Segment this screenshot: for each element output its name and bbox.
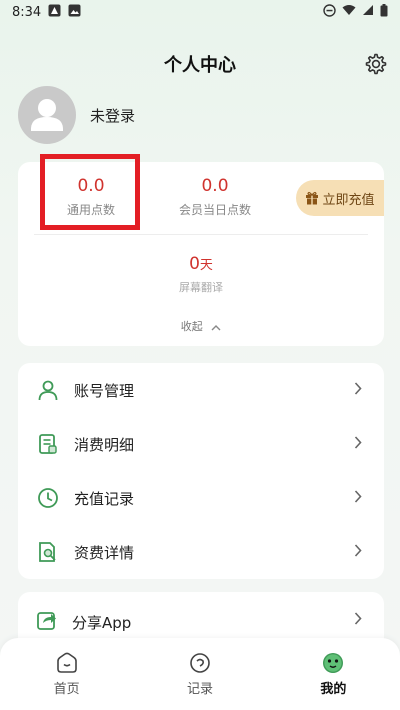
- member-today-points-value: 0.0: [201, 176, 229, 196]
- member-today-points[interactable]: 0.0 会员当日点数: [158, 176, 272, 218]
- chevron-right-icon: [354, 382, 362, 395]
- alert-icon: [48, 4, 61, 21]
- header: 个人中心: [0, 44, 400, 84]
- chevron-right-icon: [354, 544, 362, 557]
- clock-icon: [36, 486, 60, 510]
- bottom-nav: 首页 记录 我的: [0, 638, 400, 710]
- member-today-points-label: 会员当日点数: [178, 203, 251, 217]
- nav-label: 记录: [186, 682, 213, 697]
- record-icon: [190, 653, 210, 673]
- dnd-icon: [323, 3, 336, 21]
- nav-label: 首页: [53, 682, 80, 697]
- menu-item-account[interactable]: 账号管理: [18, 363, 384, 417]
- menu-card: 账号管理 消费明细 充值记录 资费详情: [18, 363, 384, 579]
- gift-icon: [306, 191, 319, 205]
- user-icon: [36, 378, 60, 402]
- screen-translate-days[interactable]: 0天 屏幕翻译: [151, 254, 251, 295]
- screen-translate-value: 0: [189, 254, 200, 274]
- username[interactable]: 未登录: [90, 105, 135, 126]
- wifi-icon: [342, 4, 356, 20]
- menu-item-pricing[interactable]: 资费详情: [18, 525, 384, 579]
- document-search-icon: [36, 540, 60, 564]
- recharge-button-label: 立即充值: [322, 192, 375, 208]
- menu-item-consumption[interactable]: 消费明细: [18, 417, 384, 471]
- share-app-label: 分享App: [72, 613, 132, 632]
- screen-translate-unit: 天: [199, 258, 213, 273]
- profile-face-icon: [323, 653, 344, 673]
- signal-icon: [362, 4, 374, 20]
- points-card: 0.0 通用点数 0.0 会员当日点数 立即充值 0天 屏幕翻译 收起: [18, 154, 384, 346]
- highlight-box: [40, 154, 140, 230]
- screen-translate-label: 屏幕翻译: [179, 281, 223, 294]
- chevron-right-icon: [354, 490, 362, 503]
- chevron-right-icon: [354, 612, 362, 625]
- gear-icon: [365, 53, 387, 75]
- status-time: 8:34: [12, 4, 42, 20]
- nav-home[interactable]: 首页: [0, 638, 133, 710]
- chevron-right-icon: [354, 436, 362, 449]
- menu-item-label: 账号管理: [74, 381, 135, 400]
- chevron-up-icon: [211, 324, 221, 330]
- battery-icon: [380, 3, 388, 21]
- collapse-toggle[interactable]: 收起: [18, 318, 384, 334]
- recharge-button[interactable]: 立即充值: [296, 180, 384, 216]
- menu-item-label: 资费详情: [74, 543, 135, 562]
- nav-label: 我的: [320, 682, 347, 697]
- home-icon: [56, 652, 77, 673]
- profile-section[interactable]: 未登录: [18, 86, 135, 144]
- gallery-icon: [68, 4, 81, 21]
- menu-item-label: 消费明细: [74, 435, 135, 454]
- default-avatar-icon: [31, 99, 63, 131]
- nav-mine[interactable]: 我的: [267, 638, 400, 710]
- nav-record[interactable]: 记录: [133, 638, 266, 710]
- status-bar: 8:34: [0, 0, 400, 24]
- page-title: 个人中心: [164, 55, 236, 76]
- collapse-label: 收起: [180, 320, 203, 333]
- divider: [34, 234, 368, 235]
- avatar[interactable]: [18, 86, 76, 144]
- share-icon: [36, 609, 58, 635]
- menu-item-label: 充值记录: [74, 489, 135, 508]
- receipt-icon: [36, 432, 60, 456]
- settings-button[interactable]: [362, 50, 390, 78]
- menu-item-recharge-history[interactable]: 充值记录: [18, 471, 384, 525]
